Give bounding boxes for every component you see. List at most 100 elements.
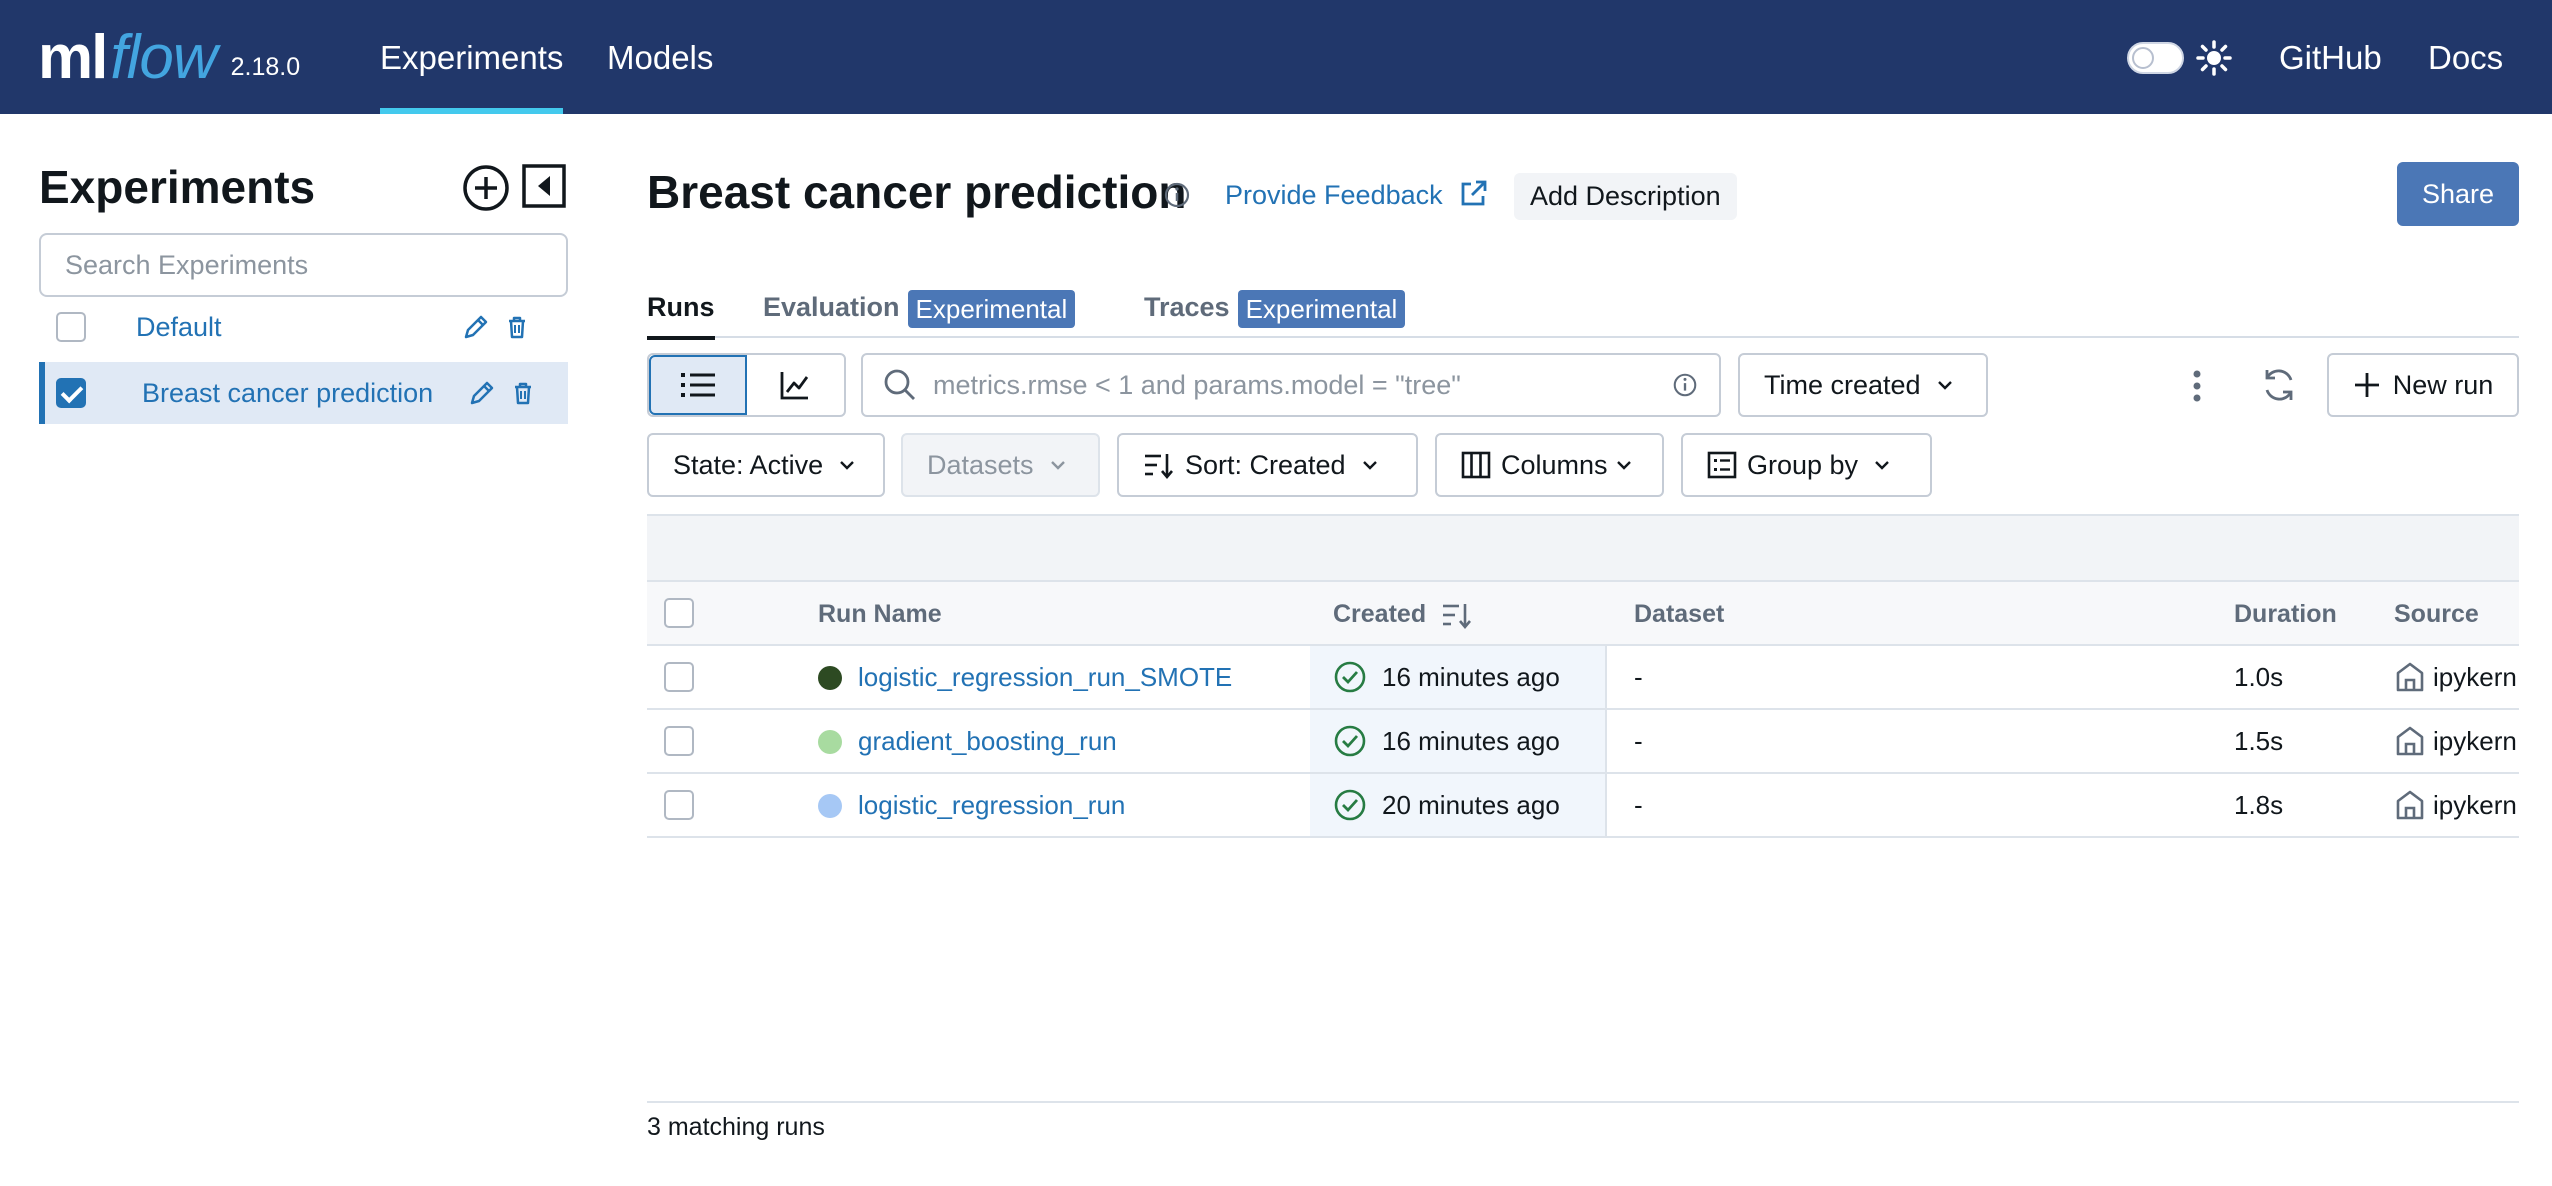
source-cell[interactable]: ipykern... [2433, 646, 2519, 708]
column-header-label: Created [1333, 600, 1427, 628]
external-link-icon[interactable] [1457, 178, 1489, 210]
nav-experiments[interactable]: Experiments [380, 0, 564, 114]
dropdown-label: Columns [1501, 449, 1608, 480]
chevron-down-icon [1937, 381, 1952, 390]
sun-icon[interactable] [2196, 40, 2232, 76]
dropdown-label: Group by [1747, 449, 1859, 480]
column-header-dataset[interactable]: Dataset [1634, 582, 1724, 646]
created-cell: 16 minutes ago [1310, 646, 1607, 708]
runs-search-placeholder: metrics.rmse < 1 and params.model = "tre… [933, 369, 1461, 400]
run-color-dot[interactable] [818, 666, 842, 690]
dropdown-label: Time created [1764, 369, 1921, 400]
experiment-name[interactable]: Breast cancer prediction [142, 378, 433, 409]
column-header-duration[interactable]: Duration [2234, 582, 2337, 646]
table-row[interactable]: gradient_boosting_run 16 minutes ago - 1… [647, 710, 2519, 774]
github-link[interactable]: GitHub [2279, 0, 2382, 114]
page-title: Breast cancer prediction [647, 166, 1187, 218]
table-view-button[interactable] [649, 355, 747, 415]
tab-label: Evaluation [763, 292, 900, 322]
nav-models[interactable]: Models [607, 0, 713, 114]
notebook-source-icon [2396, 790, 2424, 820]
run-color-dot[interactable] [818, 730, 842, 754]
experimental-badge: Experimental [1237, 289, 1406, 328]
refresh-icon[interactable] [2260, 366, 2298, 404]
matching-runs-count: 3 matching runs [647, 1113, 825, 1141]
run-color-dot[interactable] [818, 794, 842, 818]
chevron-down-icon [1616, 461, 1631, 470]
sort-desc-icon[interactable] [1441, 600, 1473, 630]
list-icon [680, 373, 715, 397]
time-created-dropdown[interactable]: Time created [1738, 353, 1988, 417]
status-success-icon [1334, 725, 1366, 757]
status-success-icon [1334, 789, 1366, 821]
add-description-button[interactable]: Add Description [1514, 173, 1737, 220]
run-name-link[interactable]: logistic_regression_run [858, 774, 1125, 836]
chart-line-icon [780, 372, 809, 400]
sort-dropdown[interactable]: Sort: Created [1117, 433, 1418, 497]
trash-icon[interactable] [508, 378, 538, 408]
row-checkbox[interactable] [664, 790, 694, 820]
experiment-item-default[interactable]: Default [39, 296, 568, 358]
tab-runs[interactable]: Runs [647, 280, 715, 340]
column-header-run-name[interactable]: Run Name [818, 582, 942, 646]
edit-icon[interactable] [461, 312, 491, 342]
columns-icon [1461, 451, 1491, 479]
trash-icon[interactable] [502, 312, 532, 342]
experiment-name[interactable]: Default [136, 312, 222, 343]
add-experiment-icon[interactable] [462, 164, 510, 212]
source-cell[interactable]: ipykern... [2433, 710, 2519, 772]
tab-bar: Runs Evaluation Experimental Traces Experi… [647, 280, 2519, 340]
duration-cell: 1.8s [2234, 790, 2284, 820]
toggle-knob [2132, 47, 2154, 69]
table-row[interactable]: logistic_regression_run_SMOTE 16 minutes… [647, 646, 2519, 710]
tab-traces[interactable]: Traces Experimental [1144, 280, 1406, 338]
tab-evaluation[interactable]: Evaluation Experimental [763, 280, 1076, 338]
edit-icon[interactable] [467, 378, 497, 408]
created-time: 16 minutes ago [1382, 726, 1560, 756]
notebook-source-icon [2396, 726, 2424, 756]
state-filter-dropdown[interactable]: State: Active [647, 433, 885, 497]
docs-link[interactable]: Docs [2428, 0, 2503, 114]
experiment-checkbox[interactable] [56, 378, 86, 408]
columns-dropdown[interactable]: Columns [1435, 433, 1664, 497]
tab-label: Runs [647, 292, 715, 322]
row-checkbox[interactable] [664, 726, 694, 756]
logo-flow-text: flow [110, 23, 217, 92]
group-by-dropdown[interactable]: Group by [1681, 433, 1932, 497]
group-icon [1707, 451, 1737, 479]
theme-toggle[interactable] [2127, 42, 2184, 74]
source-cell[interactable]: ipykern... [2433, 774, 2519, 836]
experiment-checkbox[interactable] [56, 312, 86, 342]
collapse-sidebar-icon[interactable] [522, 164, 566, 208]
chart-view-button[interactable] [747, 355, 844, 415]
experimental-badge: Experimental [907, 289, 1076, 328]
column-header-created[interactable]: Created [1333, 582, 1473, 646]
share-button[interactable]: Share [2397, 162, 2519, 226]
column-header-source[interactable]: Source [2394, 582, 2479, 646]
sort-icon [1145, 454, 1173, 480]
info-icon[interactable] [1671, 371, 1699, 399]
search-experiments-input[interactable] [39, 233, 568, 297]
select-all-checkbox[interactable] [664, 598, 694, 628]
sidebar-title: Experiments [39, 161, 316, 213]
info-icon[interactable] [1162, 180, 1192, 210]
view-mode-toggle [647, 353, 846, 417]
chevron-down-icon [1875, 461, 1889, 470]
run-name-link[interactable]: logistic_regression_run_SMOTE [858, 646, 1232, 708]
created-time: 20 minutes ago [1382, 790, 1560, 820]
run-name-link[interactable]: gradient_boosting_run [858, 710, 1117, 772]
plus-icon [2354, 373, 2379, 397]
table-row[interactable]: logistic_regression_run 20 minutes ago -… [647, 774, 2519, 838]
mlflow-logo[interactable]: ml flow 2.18.0 [38, 8, 300, 98]
kebab-menu-icon[interactable] [2182, 366, 2212, 406]
row-checkbox[interactable] [664, 662, 694, 692]
status-success-icon [1334, 661, 1366, 693]
new-run-button[interactable]: New run [2327, 353, 2519, 417]
datasets-filter-dropdown[interactable]: Datasets [901, 433, 1100, 497]
runs-search-input[interactable]: metrics.rmse < 1 and params.model = "tre… [861, 353, 1721, 417]
dataset-cell: - [1634, 662, 1643, 692]
experiment-item-breast-cancer[interactable]: Breast cancer prediction [39, 362, 568, 424]
search-icon [884, 369, 915, 400]
provide-feedback-link[interactable]: Provide Feedback [1225, 180, 1443, 211]
dropdown-label: Sort: Created [1185, 449, 1346, 480]
